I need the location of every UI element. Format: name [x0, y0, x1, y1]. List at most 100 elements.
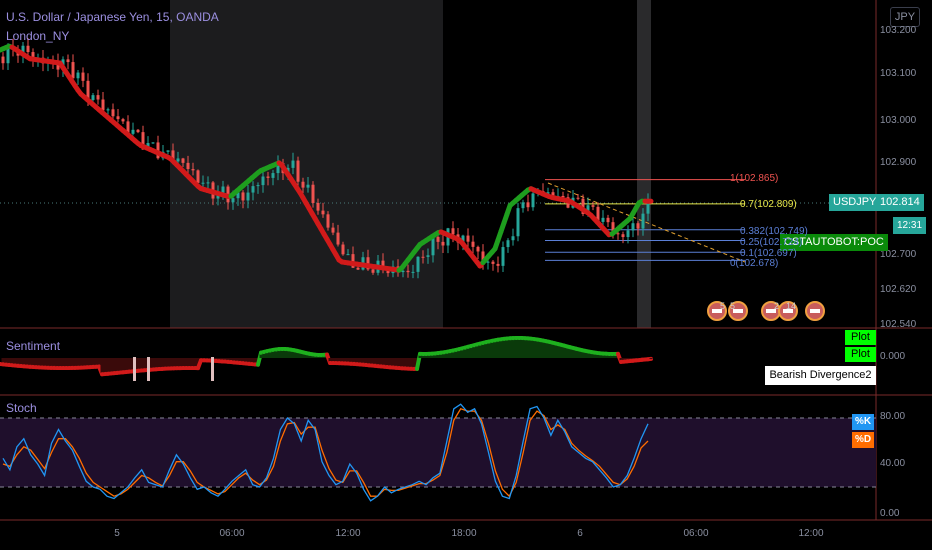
candle-body	[76, 72, 80, 79]
candle-body	[136, 129, 140, 133]
fib-level-1: 1(102.865)	[730, 173, 779, 184]
event-count: 5	[730, 301, 736, 311]
candle-body	[26, 45, 30, 53]
candle-body	[191, 169, 195, 171]
divergence-marker	[211, 357, 214, 381]
candle-body	[1, 56, 5, 64]
time-tick: 5	[114, 528, 120, 539]
candle-body	[331, 227, 335, 233]
candle-body	[516, 208, 520, 237]
candle-body	[251, 186, 255, 193]
price-tick: 102.620	[880, 284, 917, 295]
sentiment-plot-tag: Plot	[845, 330, 876, 345]
fib-level-0.7: 0.7(102.809)	[740, 199, 797, 210]
stoch-tick: 80.00	[880, 411, 906, 422]
candle-body	[521, 202, 525, 209]
candle-body	[256, 185, 260, 187]
candle-body	[441, 241, 445, 246]
time-tick: 06:00	[219, 528, 245, 539]
candle-body	[71, 62, 75, 79]
candle-body	[206, 182, 210, 184]
candle-body	[476, 246, 480, 252]
candle-body	[321, 210, 325, 215]
candle-body	[341, 244, 345, 255]
candle-body	[186, 162, 190, 170]
candle-body	[336, 232, 340, 245]
candle-body	[91, 95, 95, 100]
time-tick: 06:00	[683, 528, 709, 539]
last-price-tag: 102.814	[876, 194, 924, 211]
candle-body	[326, 214, 330, 228]
time-tick: 18:00	[451, 528, 477, 539]
time-tick: 6	[577, 528, 583, 539]
divergence-marker	[133, 357, 136, 381]
candle-body	[316, 202, 320, 211]
candle-body	[491, 261, 495, 264]
candle-body	[431, 236, 435, 256]
fib-level-0: 0(102.678)	[730, 258, 779, 269]
time-tick: 12:00	[798, 528, 824, 539]
price-tick: 103.100	[880, 68, 917, 79]
symbol-title: U.S. Dollar / Japanese Yen, 15, OANDA	[6, 10, 219, 24]
stoch-tick: 40.00	[880, 458, 906, 469]
event-count: 14	[786, 301, 797, 311]
candle-body	[111, 109, 115, 117]
candle-body	[196, 170, 200, 183]
price-tick: 103.000	[880, 115, 917, 126]
candle-body	[151, 142, 155, 144]
candle-body	[176, 158, 180, 162]
candle-body	[261, 176, 265, 186]
candle-body	[526, 202, 530, 208]
candle-body	[506, 240, 510, 248]
candle-body	[411, 271, 415, 273]
candle-body	[266, 176, 270, 178]
countdown-tag: 12:31	[893, 217, 927, 234]
us-flag-icon[interactable]	[805, 301, 825, 321]
candle-body	[116, 116, 120, 120]
candle-body	[496, 263, 500, 266]
bearish-divergence-label: Bearish Divergence2	[765, 366, 876, 385]
candle-body	[531, 193, 535, 208]
candle-body	[106, 109, 110, 111]
candle-body	[466, 235, 470, 242]
sentiment-panel-label: Sentiment	[6, 339, 61, 353]
session-indicator-label: London_NY	[6, 29, 70, 43]
candle-body	[636, 223, 640, 229]
candle-body	[81, 72, 85, 81]
sentiment-tick: 0.000	[880, 351, 906, 362]
candle-body	[246, 192, 250, 201]
candle-body	[436, 236, 440, 242]
candle-body	[471, 241, 475, 247]
currency-badge[interactable]: JPY	[890, 7, 920, 27]
candle-body	[576, 197, 580, 199]
chart-canvas	[0, 0, 932, 521]
candle-body	[241, 192, 245, 201]
price-tick: 102.900	[880, 157, 917, 168]
candle-body	[511, 236, 515, 241]
candle-body	[616, 233, 620, 235]
candle-body	[296, 160, 300, 182]
candle-body	[96, 95, 100, 100]
candle-body	[201, 182, 205, 184]
sentiment-plot-tag: Plot	[845, 347, 876, 362]
candle-body	[641, 213, 645, 229]
candle-body	[221, 186, 225, 193]
candle-body	[426, 255, 430, 257]
candle-body	[626, 230, 630, 238]
candle-body	[311, 184, 315, 203]
candle-body	[371, 269, 375, 273]
price-tick: 103.200	[880, 25, 917, 36]
candle-body	[416, 256, 420, 272]
candle-body	[306, 184, 310, 188]
candle-body	[291, 160, 295, 168]
candle-body	[356, 267, 360, 270]
stoch-k-tag: %K	[852, 414, 874, 430]
candle-body	[591, 205, 595, 207]
divergence-marker	[147, 357, 150, 381]
candle-body	[406, 270, 410, 273]
stoch-tick: 0.00	[880, 508, 900, 519]
candle-body	[346, 254, 350, 256]
symbol-price-tag: USDJPY	[829, 194, 881, 211]
candle-body	[421, 256, 425, 258]
stoch-panel-label: Stoch	[6, 401, 37, 415]
